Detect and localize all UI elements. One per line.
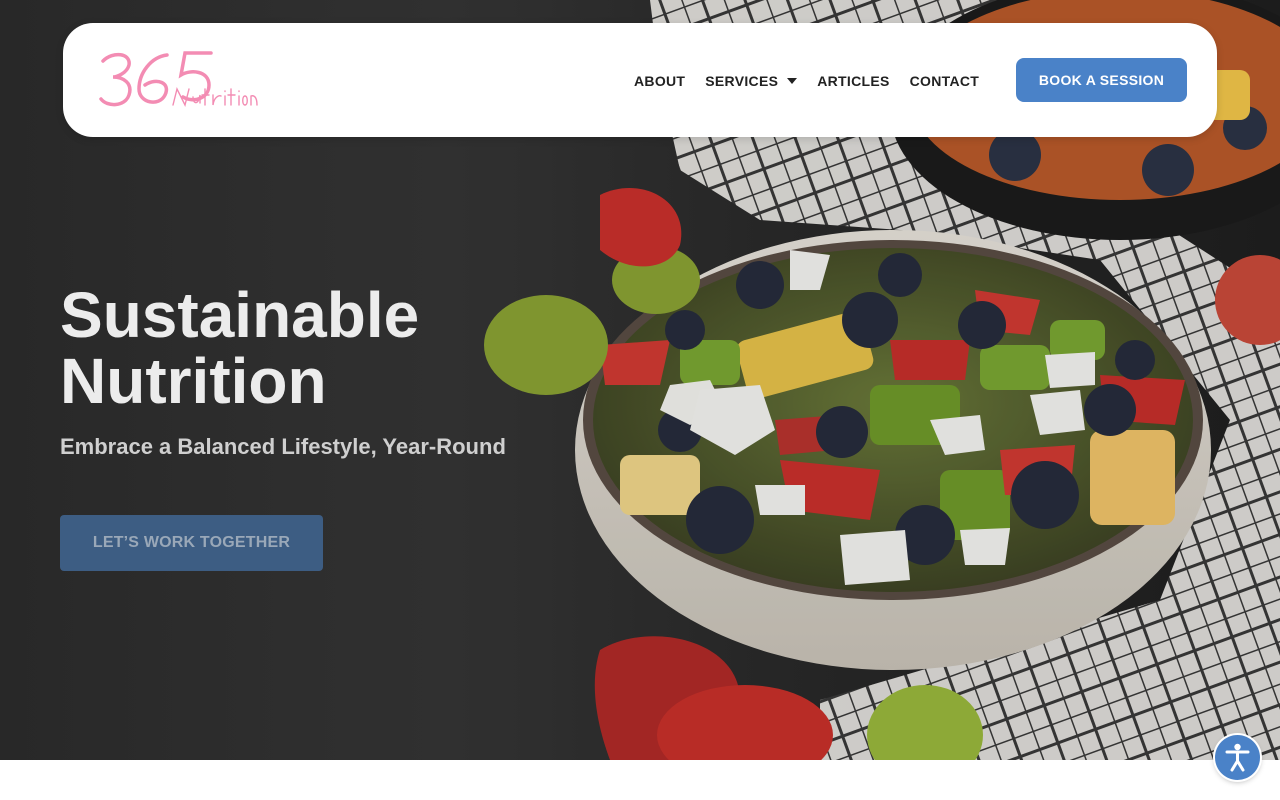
book-a-session-button[interactable]: BOOK A SESSION [1016, 58, 1187, 102]
nav-about-label: ABOUT [634, 73, 686, 89]
main-nav: ABOUT SERVICES ARTICLES CONTACT [634, 71, 979, 91]
hero-subtitle: Embrace a Balanced Lifestyle, Year-Round [60, 434, 506, 459]
nav-contact-label: CONTACT [909, 73, 980, 89]
nav-about[interactable]: ABOUT [634, 73, 685, 89]
brand-logo[interactable] [99, 49, 259, 111]
nav-articles[interactable]: ARTICLES [817, 73, 889, 89]
lets-work-together-button[interactable]: LET’S WORK TOGETHER [60, 515, 323, 571]
nav-articles-label: ARTICLES [817, 73, 890, 89]
nav-services-label: SERVICES [705, 73, 779, 89]
accessibility-button[interactable] [1215, 735, 1260, 780]
accessibility-icon [1225, 743, 1250, 772]
nav-contact[interactable]: CONTACT [910, 73, 980, 89]
nav-services[interactable]: SERVICES [705, 73, 798, 89]
site-header: ABOUT SERVICES ARTICLES CONTACT BOOK A S… [63, 23, 1217, 137]
chevron-down-icon [787, 78, 798, 84]
hero-title: Sustainable Nutrition [60, 279, 420, 417]
